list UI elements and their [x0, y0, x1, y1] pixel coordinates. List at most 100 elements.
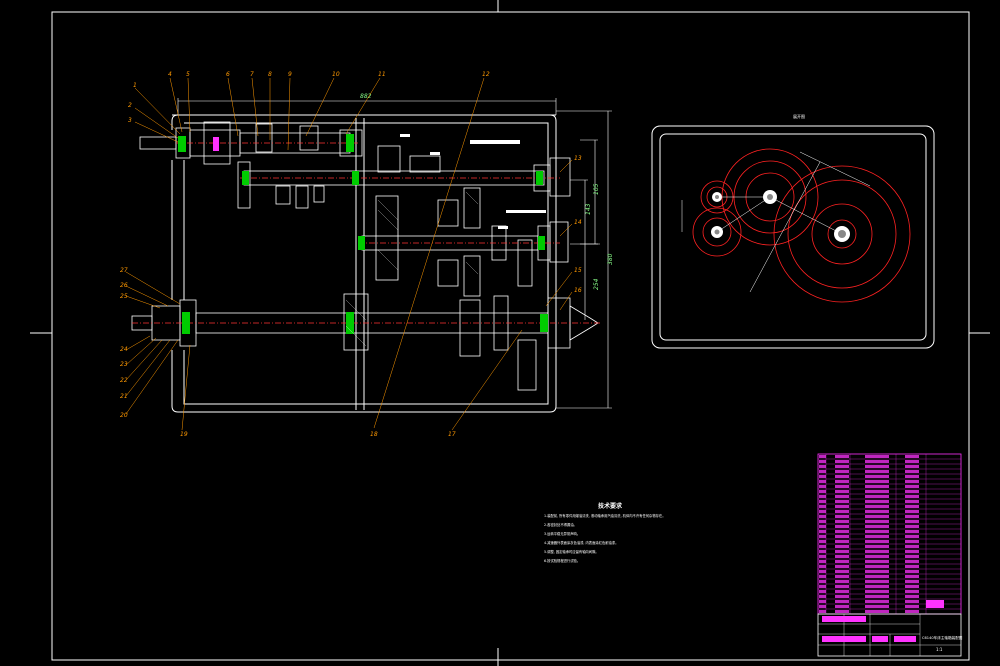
parts-list-cell — [819, 495, 826, 498]
parts-list-cell — [819, 455, 826, 458]
parts-list-cell — [905, 500, 919, 503]
cad-drawing: 882 105 143 380 254 1 2 3 4 5 6 7 8 9 10… — [0, 0, 1000, 666]
parts-list-cell — [865, 555, 889, 558]
parts-list-cell — [865, 595, 889, 598]
parts-list-cell — [865, 585, 889, 588]
parts-list-cell — [865, 465, 889, 468]
parts-list-cell — [905, 555, 919, 558]
parts-list-cell — [835, 460, 849, 463]
parts-list-cell — [865, 545, 889, 548]
part-label: 2 — [128, 102, 132, 109]
part-label: 15 — [574, 267, 582, 274]
parts-list-cell — [835, 470, 849, 473]
parts-list-cell — [819, 470, 826, 473]
svg-text:105: 105 — [593, 183, 600, 195]
parts-list-cell — [905, 480, 919, 483]
parts-list-cell — [819, 570, 826, 573]
parts-list-cell — [819, 550, 826, 553]
part-label: 26 — [120, 282, 128, 289]
parts-list-cell — [865, 600, 889, 603]
parts-list-cell — [905, 570, 919, 573]
parts-list-cell — [905, 495, 919, 498]
parts-list-cell — [835, 475, 849, 478]
parts-list-cell — [835, 530, 849, 533]
parts-list-cell — [819, 575, 826, 578]
parts-list-cell — [865, 480, 889, 483]
parts-list-cell — [819, 460, 826, 463]
parts-list-cell — [819, 540, 826, 543]
parts-list-cell — [905, 610, 919, 613]
parts-list-cell — [819, 600, 826, 603]
parts-list-cell — [865, 490, 889, 493]
part-label: 10 — [332, 71, 340, 78]
parts-list-cell — [905, 530, 919, 533]
part-label: 27 — [120, 267, 128, 274]
parts-list-cell — [835, 510, 849, 513]
parts-list-cell — [865, 525, 889, 528]
parts-list-cell — [835, 585, 849, 588]
parts-list-cell — [819, 585, 826, 588]
parts-list-cell — [865, 535, 889, 538]
parts-list-cell — [835, 565, 849, 568]
parts-list-cell — [905, 545, 919, 548]
tech-req-line: 2.各密封处不得漏油。 — [544, 522, 577, 527]
parts-list-cell — [905, 475, 919, 478]
parts-list-cell — [905, 490, 919, 493]
parts-list-cell — [819, 565, 826, 568]
parts-list-cell — [865, 560, 889, 563]
parts-list-cell — [865, 485, 889, 488]
part-label: 3 — [128, 117, 132, 124]
parts-list-cell — [819, 505, 826, 508]
parts-list-cell — [865, 530, 889, 533]
parts-list-cell — [819, 535, 826, 538]
parts-list-cell — [835, 570, 849, 573]
parts-list-cell — [865, 610, 889, 613]
parts-list-cell — [865, 455, 889, 458]
parts-list-cell — [819, 595, 826, 598]
parts-list-cell — [835, 610, 849, 613]
parts-list-cell — [819, 530, 826, 533]
parts-list-cell — [865, 550, 889, 553]
parts-list-cell — [835, 605, 849, 608]
title-block-name: C6140车床主轴箱装配图 — [922, 635, 963, 640]
parts-list-cell — [835, 465, 849, 468]
svg-text:882: 882 — [360, 93, 372, 100]
parts-list-cell — [835, 580, 849, 583]
view-title: 展开图 — [793, 113, 805, 119]
parts-list-cell — [819, 485, 826, 488]
parts-list-cell — [835, 495, 849, 498]
part-label: 25 — [120, 293, 128, 300]
parts-list-cell — [835, 575, 849, 578]
parts-list-cell — [835, 515, 849, 518]
parts-list-cell — [905, 525, 919, 528]
parts-list-cell — [835, 600, 849, 603]
parts-list-cell — [905, 540, 919, 543]
parts-list-cell — [905, 560, 919, 563]
parts-list-cell — [819, 515, 826, 518]
parts-list-cell — [905, 535, 919, 538]
svg-text:143: 143 — [585, 203, 592, 215]
parts-list-cell — [819, 590, 826, 593]
parts-list-cell — [905, 470, 919, 473]
parts-list-cell — [835, 500, 849, 503]
parts-list-cell — [865, 470, 889, 473]
parts-list-cell — [819, 465, 826, 468]
parts-list-cell — [835, 480, 849, 483]
tech-req-line: 4.减速器外表面涂灰色油漆, 内表面涂红色耐油漆。 — [544, 540, 618, 545]
parts-list-cell — [819, 520, 826, 523]
parts-list-cell — [905, 515, 919, 518]
tech-req-line: 3.运转平稳无异常声响。 — [544, 531, 580, 536]
part-label: 21 — [120, 393, 128, 400]
parts-list-cell — [905, 565, 919, 568]
parts-list-cell — [905, 465, 919, 468]
parts-list-cell — [865, 580, 889, 583]
parts-list-cell — [819, 500, 826, 503]
part-label: 23 — [120, 361, 128, 368]
part-label: 9 — [288, 71, 292, 78]
parts-list-cell — [819, 475, 826, 478]
parts-list-cell — [835, 505, 849, 508]
parts-list-cell — [835, 545, 849, 548]
part-label: 24 — [120, 346, 128, 353]
svg-text:254: 254 — [593, 278, 600, 290]
parts-list-cell — [905, 595, 919, 598]
